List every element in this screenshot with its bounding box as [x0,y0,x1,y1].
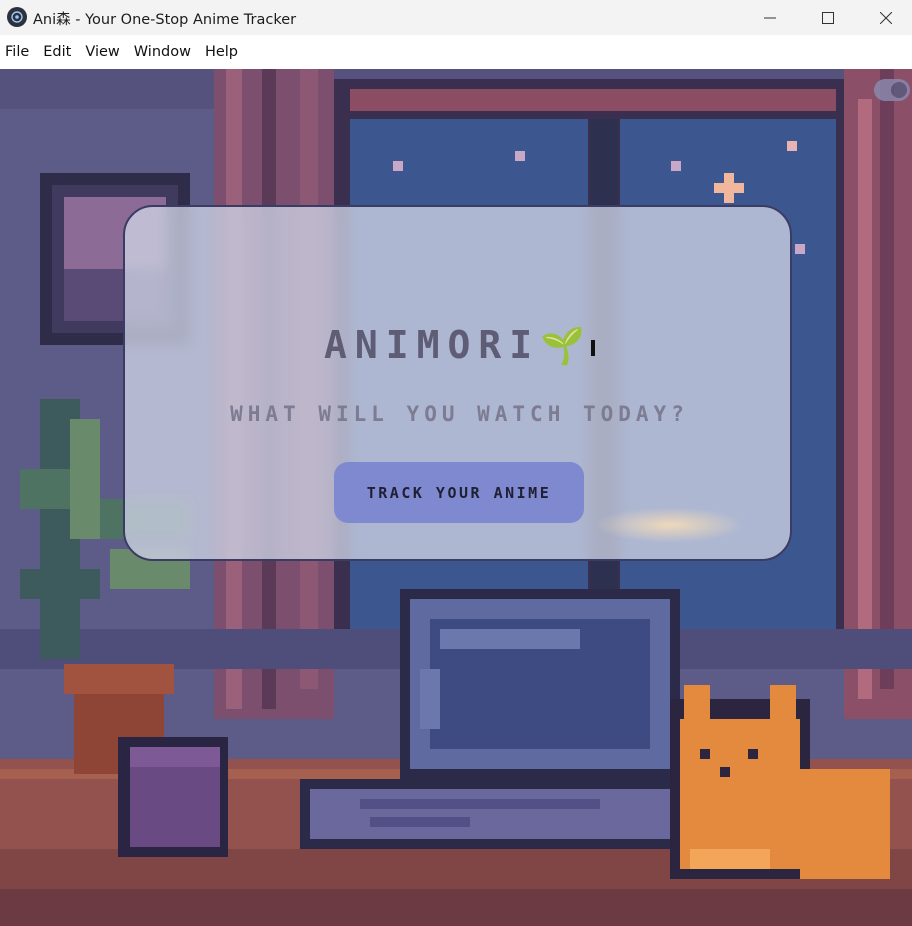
text-cursor-icon [590,339,595,356]
tagline: WHAT WILL YOU WATCH TODAY? [230,402,689,426]
menu-help[interactable]: Help [198,35,245,69]
card-glow [595,507,745,543]
menu-edit[interactable]: Edit [36,35,78,69]
app-heading-text: ANIMORI [324,323,541,367]
maximize-button[interactable] [799,0,857,35]
sprout-icon: 🌱 [540,326,585,367]
hero-card: ANIMORI🌱 WHAT WILL YOU WATCH TODAY? TRAC… [123,205,792,561]
minimize-button[interactable] [741,0,799,35]
menu-bar: File Edit View Window Help [0,35,912,69]
window-title: Ani森 - Your One-Stop Anime Tracker [33,12,297,28]
close-button[interactable] [857,0,912,35]
window-titlebar: Ani森 - Your One-Stop Anime Tracker [0,0,912,35]
app-icon [7,7,27,27]
menu-file[interactable]: File [0,35,36,69]
track-anime-button[interactable]: TRACK YOUR ANIME [334,462,584,523]
theme-toggle[interactable] [874,79,910,101]
menu-window[interactable]: Window [127,35,198,69]
close-icon [880,11,892,24]
maximize-icon [822,11,834,24]
toggle-icon [891,82,907,98]
app-heading: ANIMORI🌱 [125,323,794,367]
menu-view[interactable]: View [78,35,126,69]
minimize-icon [764,17,776,18]
